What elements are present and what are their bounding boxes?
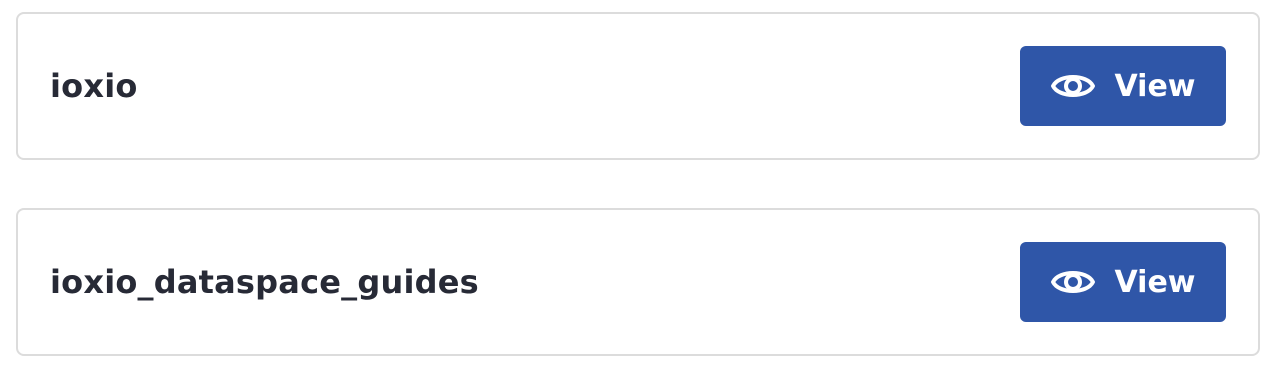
view-button-label: View xyxy=(1114,264,1196,300)
item-name: ioxio_dataspace_guides xyxy=(50,263,479,301)
item-name: ioxio xyxy=(50,67,138,105)
item-list: ioxio View ioxio_dataspace_guides View xyxy=(16,12,1260,356)
list-item: ioxio_dataspace_guides View xyxy=(16,208,1260,356)
list-item: ioxio View xyxy=(16,12,1260,160)
view-button[interactable]: View xyxy=(1020,242,1226,322)
eye-icon xyxy=(1050,259,1096,305)
eye-icon xyxy=(1050,63,1096,109)
view-button[interactable]: View xyxy=(1020,46,1226,126)
view-button-label: View xyxy=(1114,68,1196,104)
